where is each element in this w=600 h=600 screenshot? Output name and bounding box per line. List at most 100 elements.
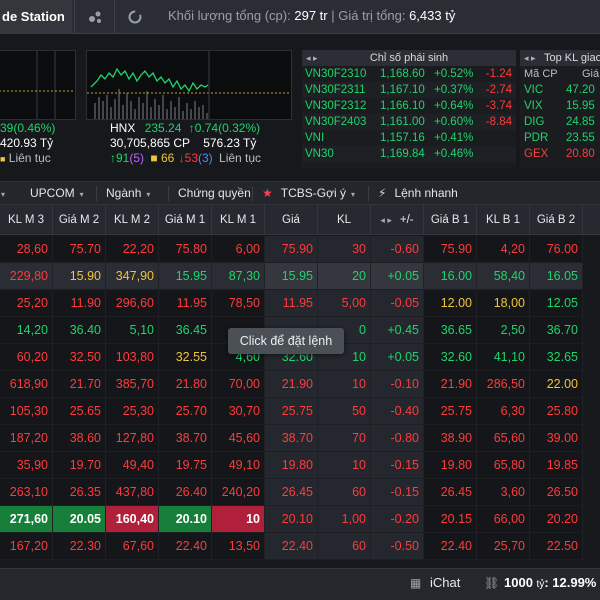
top-volume-row[interactable]: PDR 23.55 <box>520 130 600 146</box>
table-cell[interactable]: 25.80 <box>530 398 583 425</box>
table-cell[interactable]: 20.05 <box>53 506 106 533</box>
table-cell[interactable]: 271,60 <box>0 506 53 533</box>
table-cell[interactable]: 20.10 <box>265 506 318 533</box>
table-cell[interactable]: 19.85 <box>530 452 583 479</box>
table-row[interactable]: 167,20 22.30 67,60 22.40 13,50 22.40 60 -0.50 22… <box>0 533 600 560</box>
table-row[interactable]: 229,80 15.90 347,90 15.95 87,30 15.95 20 +0.05 1… <box>0 263 600 290</box>
table-cell[interactable]: -0.15 <box>371 452 424 479</box>
table-cell[interactable]: 26.40 <box>159 479 212 506</box>
table-cell[interactable]: 385,70 <box>106 371 159 398</box>
derivative-row[interactable]: VN30 1,169.84 +0.46% <box>302 146 516 162</box>
tab-ng-nh[interactable]: Ngành ▾ <box>106 182 150 205</box>
table-cell[interactable]: 11.90 <box>53 290 106 317</box>
table-cell[interactable]: +0.45 <box>371 317 424 344</box>
derivative-row[interactable]: VN30F2312 1,166.10 +0.64% -3.74 <box>302 98 516 114</box>
table-cell[interactable]: 19.70 <box>53 452 106 479</box>
table-cell[interactable]: 263,10 <box>0 479 53 506</box>
table-cell[interactable]: 103,80 <box>106 344 159 371</box>
table-cell[interactable]: 240,20 <box>212 479 265 506</box>
table-cell[interactable]: 15.95 <box>159 263 212 290</box>
table-cell[interactable]: 160,40 <box>106 506 159 533</box>
table-cell[interactable]: 21.90 <box>265 371 318 398</box>
table-cell[interactable]: 14,20 <box>0 317 53 344</box>
column-header[interactable]: Giá <box>265 205 318 235</box>
table-cell[interactable]: 10 <box>318 371 371 398</box>
table-row[interactable]: 263,10 26.35 437,80 26.40 240,20 26.45 60 -0.15… <box>0 479 600 506</box>
table-cell[interactable]: 49,40 <box>106 452 159 479</box>
table-row[interactable]: 187,20 38.60 127,80 38.70 45,60 38.70 70 -0.80 3… <box>0 425 600 452</box>
table-cell[interactable]: 296,60 <box>106 290 159 317</box>
table-cell[interactable]: 45,60 <box>212 425 265 452</box>
table-cell[interactable]: 35,90 <box>0 452 53 479</box>
table-cell[interactable]: 25.75 <box>265 398 318 425</box>
table-cell[interactable]: 36.70 <box>530 317 583 344</box>
table-cell[interactable]: -0.10 <box>371 371 424 398</box>
table-cell[interactable]: 30 <box>318 236 371 263</box>
table-cell[interactable]: 25.65 <box>53 398 106 425</box>
tab-l-nh-nhanh[interactable]: ⚡ Lệnh nhanh <box>378 182 458 205</box>
table-cell[interactable]: 3,60 <box>477 479 530 506</box>
table-cell[interactable]: 22.40 <box>424 533 477 560</box>
table-cell[interactable]: 28,60 <box>0 236 53 263</box>
table-cell[interactable]: 60,20 <box>0 344 53 371</box>
table-cell[interactable]: 22.00 <box>530 371 583 398</box>
table-cell[interactable]: 76.00 <box>530 236 583 263</box>
table-cell[interactable]: 105,30 <box>0 398 53 425</box>
table-row[interactable]: 618,90 21.70 385,70 21.80 70,00 21.90 10 -0.10 2… <box>0 371 600 398</box>
tab-tcbs-g-i-[interactable]: ★ TCBS-Gợi ý ▾ <box>262 182 355 205</box>
table-cell[interactable]: 38.90 <box>424 425 477 452</box>
table-cell[interactable]: 18,00 <box>477 290 530 317</box>
table-cell[interactable]: 11.95 <box>265 290 318 317</box>
table-cell[interactable]: 21.80 <box>159 371 212 398</box>
table-cell[interactable]: 26.50 <box>530 479 583 506</box>
table-cell[interactable]: 19.80 <box>424 452 477 479</box>
table-cell[interactable]: 20.10 <box>159 506 212 533</box>
table-cell[interactable]: 10 <box>212 506 265 533</box>
derivative-row[interactable]: VN30F2310 1,168.60 +0.52% -1.24 <box>302 66 516 82</box>
table-cell[interactable]: 78,50 <box>212 290 265 317</box>
table-cell[interactable]: 2,50 <box>477 317 530 344</box>
table-cell[interactable]: 75.90 <box>424 236 477 263</box>
link-icon[interactable]: ⛓ <box>484 569 499 597</box>
table-cell[interactable]: 60 <box>318 533 371 560</box>
derivative-row[interactable]: VN30F2311 1,167.10 +0.37% -2.74 <box>302 82 516 98</box>
table-cell[interactable]: 38.60 <box>53 425 106 452</box>
table-cell[interactable]: 41,10 <box>477 344 530 371</box>
tab-ch-ng-quy-n[interactable]: Chứng quyền <box>178 182 251 205</box>
table-cell[interactable]: 21.90 <box>424 371 477 398</box>
table-cell[interactable]: 38.70 <box>159 425 212 452</box>
table-cell[interactable]: 66,00 <box>477 506 530 533</box>
table-cell[interactable]: 16.00 <box>424 263 477 290</box>
table-cell[interactable]: 437,80 <box>106 479 159 506</box>
table-cell[interactable]: 22.50 <box>530 533 583 560</box>
table-cell[interactable]: 67,60 <box>106 533 159 560</box>
hnx-chart[interactable] <box>86 50 292 120</box>
table-cell[interactable]: 20.20 <box>530 506 583 533</box>
table-cell[interactable]: 19.80 <box>265 452 318 479</box>
table-cell[interactable]: 87,30 <box>212 263 265 290</box>
table-cell[interactable]: -0.05 <box>371 290 424 317</box>
table-cell[interactable]: 22.40 <box>159 533 212 560</box>
table-cell[interactable]: 32.55 <box>159 344 212 371</box>
table-cell[interactable]: 25.70 <box>159 398 212 425</box>
table-cell[interactable]: 15.95 <box>265 263 318 290</box>
table-cell[interactable]: 75.70 <box>53 236 106 263</box>
refresh-icon[interactable] <box>114 0 154 34</box>
table-cell[interactable]: 26.35 <box>53 479 106 506</box>
table-cell[interactable]: 229,80 <box>0 263 53 290</box>
table-cell[interactable]: 75.80 <box>159 236 212 263</box>
table-cell[interactable]: 12.05 <box>530 290 583 317</box>
top-volume-row[interactable]: GEX 20.80 <box>520 146 600 162</box>
table-cell[interactable]: 20 <box>318 263 371 290</box>
table-cell[interactable]: 70,00 <box>212 371 265 398</box>
column-header[interactable]: KL <box>318 205 371 235</box>
table-cell[interactable]: 49,10 <box>212 452 265 479</box>
top-volume-row[interactable]: DIG 24.85 <box>520 114 600 130</box>
table-row[interactable]: 28,60 75.70 22,20 75.80 6,00 75.90 30 -0.60 75.9… <box>0 236 600 263</box>
table-cell[interactable]: 12.00 <box>424 290 477 317</box>
table-cell[interactable]: -0.60 <box>371 236 424 263</box>
table-cell[interactable]: 15.90 <box>53 263 106 290</box>
table-cell[interactable]: 50 <box>318 398 371 425</box>
table-cell[interactable]: 65,60 <box>477 425 530 452</box>
table-cell[interactable]: 187,20 <box>0 425 53 452</box>
